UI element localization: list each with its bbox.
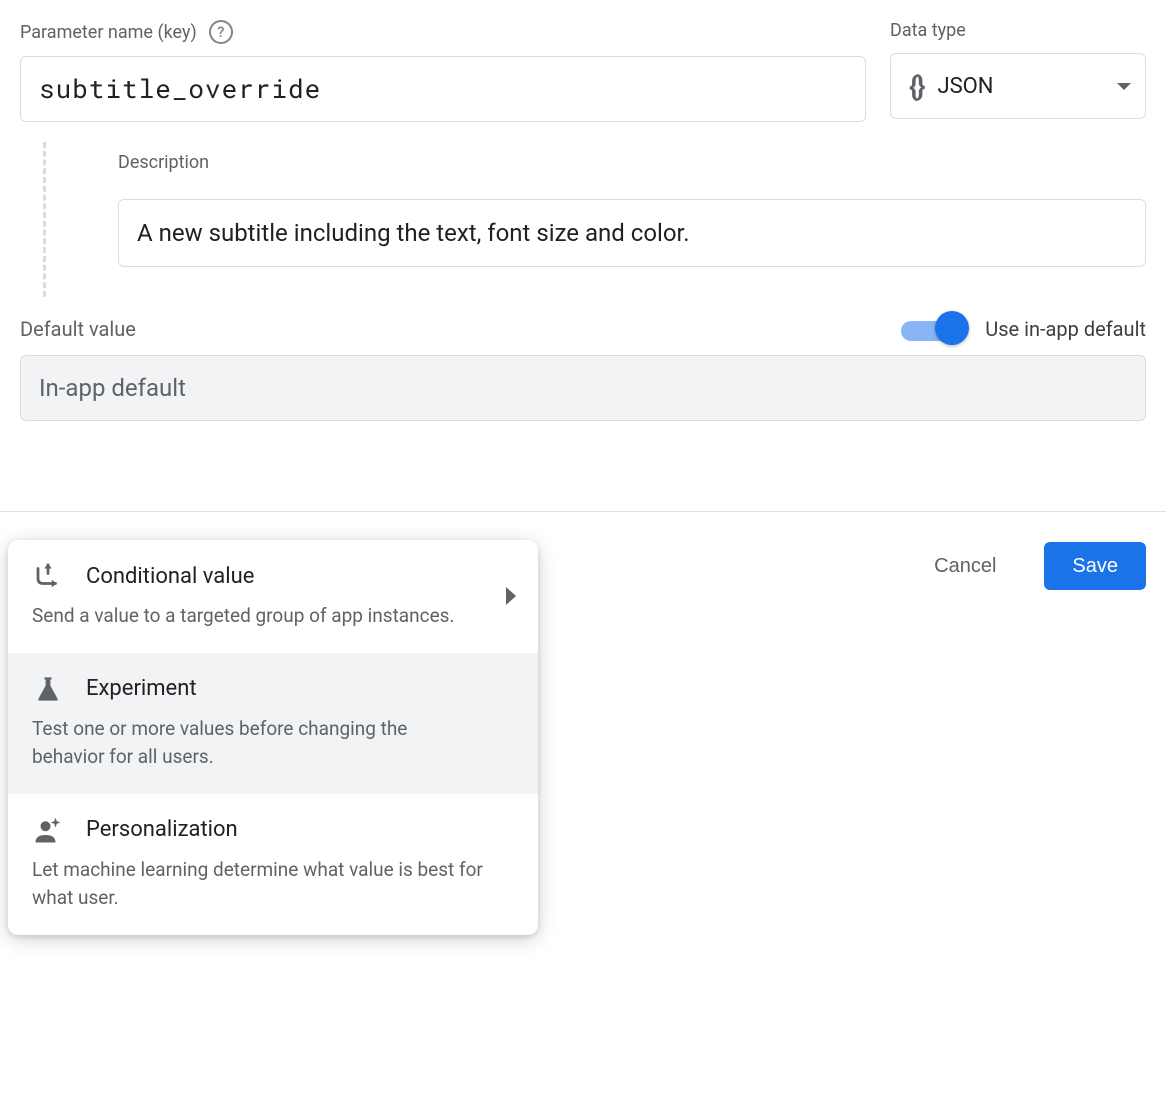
use-in-app-default-label: Use in-app default bbox=[985, 317, 1146, 341]
menu-item-title: Personalization bbox=[86, 817, 238, 842]
data-type-label: Data type bbox=[890, 20, 1146, 41]
menu-item-desc: Test one or more values before changing … bbox=[32, 715, 514, 772]
menu-item-desc: Send a value to a targeted group of app … bbox=[32, 602, 514, 631]
menu-item-experiment[interactable]: Experiment Test one or more values befor… bbox=[8, 653, 538, 794]
default-value-input: In-app default bbox=[20, 355, 1146, 421]
default-value-label: Default value bbox=[20, 317, 136, 341]
description-label-text: Description bbox=[118, 152, 209, 173]
menu-item-title: Conditional value bbox=[86, 564, 254, 589]
chevron-right-icon bbox=[506, 587, 516, 605]
conditional-icon bbox=[32, 560, 64, 592]
person-sparkle-icon bbox=[32, 814, 64, 846]
parameter-name-label-text: Parameter name (key) bbox=[20, 22, 197, 43]
chevron-down-icon bbox=[1117, 83, 1131, 90]
connector-line bbox=[20, 142, 68, 297]
data-type-label-text: Data type bbox=[890, 20, 966, 41]
save-button[interactable]: Save bbox=[1044, 542, 1146, 590]
help-icon[interactable]: ? bbox=[209, 20, 233, 44]
description-label: Description bbox=[118, 152, 1146, 173]
menu-item-conditional-value[interactable]: Conditional value Send a value to a targ… bbox=[8, 540, 538, 653]
use-in-app-default-toggle[interactable] bbox=[901, 317, 969, 341]
cancel-button[interactable]: Cancel bbox=[906, 542, 1024, 590]
parameter-name-input[interactable] bbox=[20, 56, 866, 122]
flask-icon bbox=[32, 673, 64, 705]
default-value-placeholder: In-app default bbox=[39, 374, 186, 402]
json-icon: {} bbox=[909, 70, 923, 103]
add-value-menu: Conditional value Send a value to a targ… bbox=[8, 540, 538, 935]
data-type-value: JSON bbox=[937, 74, 1103, 99]
data-type-select[interactable]: {} JSON bbox=[890, 53, 1146, 119]
parameter-name-label: Parameter name (key) ? bbox=[20, 20, 866, 44]
description-input[interactable] bbox=[118, 199, 1146, 267]
menu-item-personalization[interactable]: Personalization Let machine learning det… bbox=[8, 794, 538, 935]
menu-item-title: Experiment bbox=[86, 676, 197, 701]
menu-item-desc: Let machine learning determine what valu… bbox=[32, 856, 514, 913]
